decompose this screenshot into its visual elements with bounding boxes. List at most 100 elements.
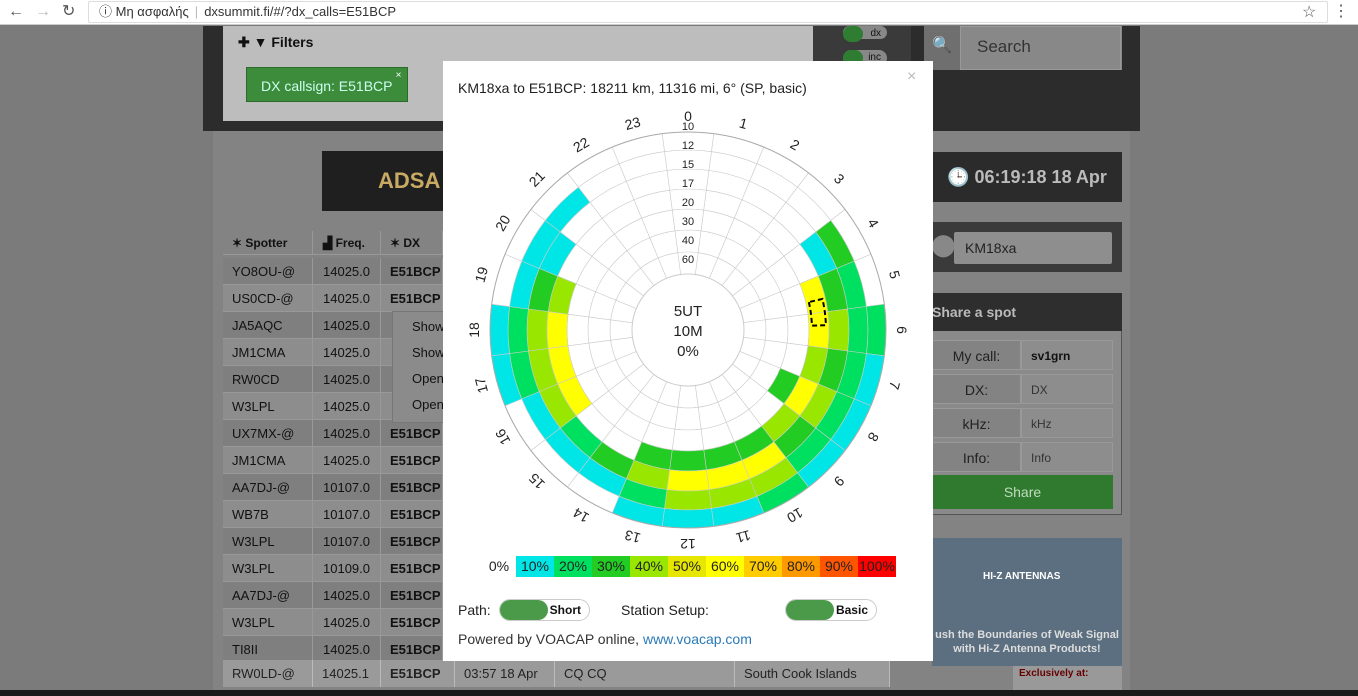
station-toggle-label: Basic	[835, 603, 868, 617]
share-button[interactable]: Share	[932, 475, 1113, 509]
table-row[interactable]: W3LPL 10109.0 E51BCP	[223, 555, 443, 582]
menu-kebab-icon[interactable]: ⋮	[1333, 1, 1349, 21]
header-dx[interactable]: ✶ DX	[381, 231, 443, 255]
back-icon[interactable]: ←	[8, 2, 24, 22]
filter-chip[interactable]: DX callsign: E51BCP ×	[246, 67, 408, 102]
legend-swatch: 0%	[488, 558, 510, 574]
cell-freq: 10107.0	[313, 528, 381, 555]
context-menu-item[interactable]: Show	[412, 319, 445, 334]
mycall-input[interactable]: sv1grn	[1021, 340, 1113, 370]
legend-swatch: 50%	[668, 556, 706, 577]
cell-freq: 14025.0	[313, 339, 381, 366]
forward-icon[interactable]: →	[35, 2, 51, 22]
table-row[interactable]: TI8II 14025.0 E51BCP	[223, 636, 443, 663]
cell-freq: 14025.0	[313, 609, 381, 636]
locator-input[interactable]: KM18xa	[954, 232, 1112, 264]
cell-spotter: W3LPL	[223, 609, 313, 636]
table-row[interactable]: JM1CMA 14025.0 E51BCP	[223, 447, 443, 474]
voacap-link[interactable]: www.voacap.com	[643, 631, 752, 647]
hour-label: 3	[831, 170, 848, 187]
reload-icon[interactable]: ↻	[62, 2, 75, 22]
cell-dx: E51BCP	[381, 660, 455, 687]
cell-dx: E51BCP	[381, 501, 443, 528]
table-row[interactable]: WB7B 10107.0 E51BCP	[223, 501, 443, 528]
path-toggle[interactable]: Short	[499, 599, 590, 621]
bookmark-star-icon[interactable]: ☆	[1302, 2, 1316, 22]
legend-swatch: 20%	[554, 556, 592, 577]
cell-spotter: W3LPL	[223, 528, 313, 555]
frequency-label: 12	[682, 140, 694, 152]
context-menu-item[interactable]: Open	[412, 397, 444, 412]
address-bar[interactable]: ⓘ Μη ασφαλής | dxsummit.fi/#/?dx_calls=E51…	[88, 1, 1328, 23]
location-pin-icon: ⬤	[931, 232, 956, 257]
header-freq[interactable]: ▟ Freq.	[313, 231, 381, 255]
station-setup-label: Station Setup:	[621, 602, 709, 618]
filter-chip-label: DX callsign: E51BCP	[261, 78, 393, 94]
info-input[interactable]: Info	[1021, 442, 1113, 472]
hour-label: 23	[623, 113, 642, 133]
table-row[interactable]: AA7DJ-@ 10107.0 E51BCP	[223, 474, 443, 501]
hour-label: 13	[623, 527, 642, 547]
center-label: 5UT	[674, 303, 702, 320]
frequency-label: 17	[682, 178, 694, 190]
cell-freq: 10107.0	[313, 501, 381, 528]
legend-swatch: 100%	[858, 556, 896, 577]
context-menu-item[interactable]: Show	[412, 345, 445, 360]
reliability-cell	[664, 489, 712, 511]
filters-title: Filters	[271, 34, 314, 50]
station-setup-toggle[interactable]: Basic	[785, 599, 877, 621]
table-row[interactable]: UX7MX-@ 14025.0 E51BCP	[223, 420, 443, 447]
reliability-cell	[489, 303, 510, 357]
path-label: Path:	[458, 602, 491, 618]
cell-freq: 10107.0	[313, 474, 381, 501]
table-row[interactable]: W3LPL 14025.0 E51BCP	[223, 609, 443, 636]
hour-label: 2	[788, 136, 803, 154]
legend-swatch: 10%	[516, 556, 554, 577]
table-row[interactable]: W3LPL 10107.0 E51BCP	[223, 528, 443, 555]
share-title: Share a spot	[932, 293, 1122, 331]
hour-label: 8	[864, 430, 882, 445]
dx-input[interactable]: DX	[1021, 374, 1113, 404]
cell-freq: 14025.0	[313, 312, 381, 339]
cell-spotter: TI8II	[223, 636, 313, 663]
taskbar-strip	[0, 690, 1358, 696]
frequency-label: 30	[682, 216, 694, 228]
search-input[interactable]: Search	[960, 26, 1121, 70]
hour-label: 1	[738, 115, 750, 133]
header-spotter-label: Spotter	[245, 236, 288, 250]
info-icon[interactable]: ⓘ	[99, 4, 112, 19]
chip-close-icon[interactable]: ×	[396, 70, 402, 81]
toggle-knob	[786, 600, 834, 620]
cell-spotter: JA5AQC	[223, 312, 313, 339]
reliability-cell	[669, 449, 707, 472]
table-header: ✶ Spotter ▟ Freq. ✶ DX	[223, 231, 443, 258]
hour-label: 20	[492, 212, 514, 234]
insecure-label: Μη ασφαλής	[115, 4, 189, 19]
cell-freq: 14025.0	[313, 582, 381, 609]
table-row[interactable]: AA7DJ-@ 14025.0 E51BCP	[223, 582, 443, 609]
reliability-cell	[807, 311, 830, 349]
cell-spotter: RW0LD-@	[223, 660, 313, 687]
url-text: dxsummit.fi/#/?dx_calls=E51BCP	[204, 4, 397, 19]
table-row[interactable]: RW0LD-@ 14025.1 E51BCP 03:57 18 Apr CQ C…	[223, 660, 890, 687]
reliability-cell	[827, 308, 850, 352]
cell-spotter: W3LPL	[223, 555, 313, 582]
khz-input[interactable]: kHz	[1021, 408, 1113, 438]
header-spotter[interactable]: ✶ Spotter	[223, 231, 313, 255]
cell-dx: E51BCP	[381, 258, 443, 285]
header-dx-label: DX	[403, 236, 421, 250]
toggle-dx[interactable]: dx	[843, 26, 887, 42]
filters-heading[interactable]: ✚ ▼ Filters	[238, 34, 313, 51]
banner-ad[interactable]: ADSA	[322, 151, 444, 211]
reliability-cell	[546, 311, 569, 349]
context-menu-item[interactable]: Open	[412, 371, 444, 386]
reliability-cell	[677, 385, 699, 409]
cell-freq: 14025.0	[313, 366, 381, 393]
table-row[interactable]: YO8OU-@ 14025.0 E51BCP	[223, 258, 443, 285]
cell-dx: E51BCP	[381, 420, 443, 447]
table-row[interactable]: US0CD-@ 14025.0 E51BCP	[223, 285, 443, 312]
legend-swatch: 70%	[744, 556, 782, 577]
hour-label: 12	[680, 536, 696, 552]
hour-label: 6	[894, 326, 910, 334]
cell-spotter: AA7DJ-@	[223, 582, 313, 609]
